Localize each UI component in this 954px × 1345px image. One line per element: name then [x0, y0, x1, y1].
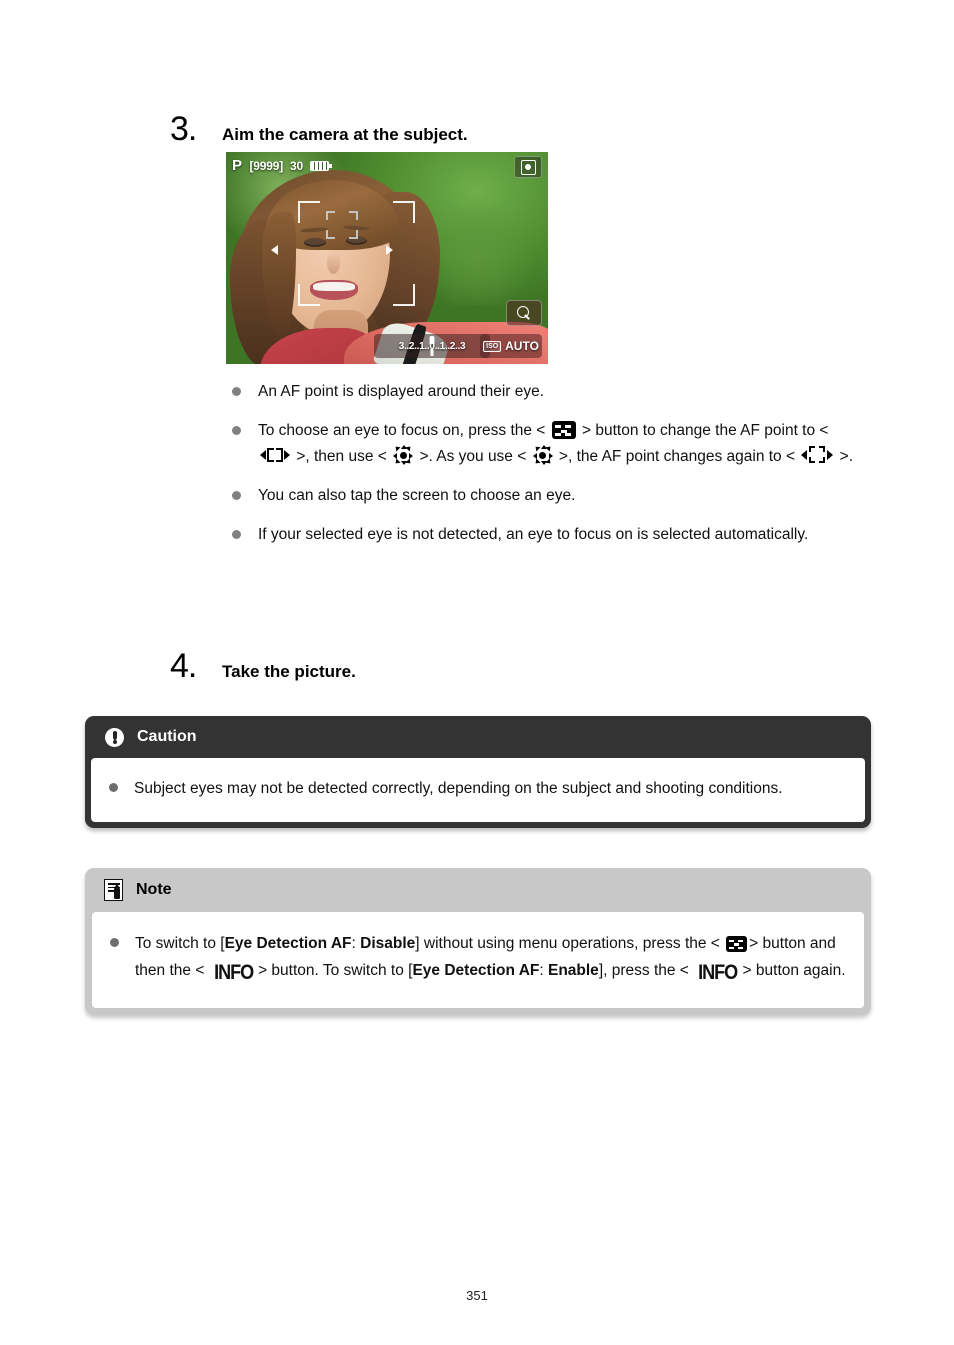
bullet-2-text-b: > button to change the AF point to <	[582, 422, 829, 439]
note-text-i: :	[539, 962, 548, 979]
page-number: 351	[466, 1288, 488, 1303]
step-3-bullet-list: An AF point is displayed around their ey…	[232, 379, 864, 561]
info-button-icon: INFO	[698, 961, 738, 984]
bullet-2-text-a: To choose an eye to focus on, press the …	[258, 422, 546, 439]
exposure-marker-icon	[429, 336, 435, 356]
caution-box: Caution Subject eyes may not be detected…	[85, 716, 871, 828]
af-eye-corner-br	[349, 230, 358, 239]
note-icon	[104, 879, 123, 901]
af-switch-arrow-left-icon	[271, 245, 278, 255]
bullet-text: If your selected eye is not detected, an…	[258, 522, 808, 548]
iso-badge-label: ISO	[483, 340, 502, 352]
bullet-3-text: You can also tap the screen to choose an…	[258, 487, 576, 504]
note-bullet-item: To switch to [Eye Detection AF: Disable]…	[110, 930, 846, 984]
shooting-mode-label: P	[232, 157, 243, 174]
note-box: Note To switch to [Eye Detection AF: Dis…	[85, 868, 871, 1015]
step-4-heading: 4. Take the picture.	[170, 649, 356, 683]
note-text-e: ] without using menu operations, press t…	[415, 935, 720, 952]
note-title: Note	[136, 881, 172, 898]
af-point-select-icon	[551, 421, 576, 439]
af-eye-corner-tl	[326, 211, 335, 220]
note-text-enable: Enable	[547, 962, 599, 979]
battery-icon	[309, 160, 332, 171]
note-text-k: ], press the <	[598, 962, 689, 979]
af-eye-frame	[326, 211, 358, 239]
step-3-title: Aim the camera at the subject.	[222, 125, 468, 144]
note-text-eye-detection-af-2: Eye Detection AF	[412, 962, 540, 979]
bullet-2-text-f: >.	[839, 448, 854, 465]
bullet-dot-icon	[109, 783, 118, 792]
note-body-text: To switch to [Eye Detection AF: Disable]…	[135, 930, 846, 984]
info-button-icon: INFO	[213, 961, 254, 984]
caution-title: Caution	[137, 728, 197, 745]
bullet-dot-icon	[232, 387, 241, 396]
bullet-2-text-e: >, the AF point changes again to <	[558, 448, 796, 465]
note-text-l: > button again.	[742, 962, 846, 979]
exposure-level-indicator: 3..2..1..0..1..2..3	[374, 334, 490, 358]
bullet-2-text-c: >, then use <	[296, 448, 387, 465]
caution-header: Caution	[85, 716, 871, 758]
bullet-item-not-detected: If your selected eye is not detected, an…	[232, 522, 864, 548]
af-frame-corner-tr	[393, 201, 415, 223]
step-3-number: 3.	[170, 110, 197, 148]
quick-control-icon	[520, 159, 536, 175]
af-frame-corner-br	[393, 284, 415, 306]
flexible-zone-af-icon	[260, 445, 290, 465]
af-switch-arrow-right-icon	[386, 245, 393, 255]
magnify-button[interactable]	[506, 300, 542, 326]
iso-value-label: AUTO	[505, 339, 539, 353]
bullet-2-text-d: >. As you use <	[419, 448, 527, 465]
caution-icon	[105, 727, 124, 747]
iso-button[interactable]: ISO AUTO	[480, 334, 542, 358]
lcd-top-status-bar: P [9999] 30	[232, 157, 332, 174]
step-4-number: 4.	[170, 647, 197, 685]
magnify-icon	[517, 306, 531, 320]
bullet-1-text: An AF point is displayed around their ey…	[258, 383, 545, 400]
af-frame-corner-bl	[298, 284, 320, 306]
af-point-select-icon	[726, 936, 748, 952]
manual-page: 3. Aim the camera at the subject. P [999…	[0, 0, 954, 1345]
caution-body: Subject eyes may not be detected correct…	[91, 758, 865, 822]
note-text-c: :	[351, 935, 361, 952]
af-frame-corner-tl	[298, 201, 320, 223]
step-3-heading: 3. Aim the camera at the subject.	[170, 112, 468, 146]
note-text-eye-detection-af-1: Eye Detection AF	[224, 935, 352, 952]
note-body: To switch to [Eye Detection AF: Disable]…	[92, 912, 864, 1008]
note-header: Note	[85, 868, 871, 912]
af-eye-corner-bl	[326, 230, 335, 239]
multi-controller-icon	[393, 444, 414, 466]
camera-lcd: P [9999] 30 3..2..1..0..1..2..3 ISO AUTO	[226, 152, 548, 364]
af-eye-corner-tr	[349, 211, 358, 220]
bullet-dot-icon	[110, 938, 119, 947]
quick-control-button[interactable]	[514, 156, 542, 178]
bullet-text: To choose an eye to focus on, press the …	[258, 418, 864, 470]
bullet-4-text: If your selected eye is not detected, an…	[258, 526, 809, 543]
caution-body-text: Subject eyes may not be detected correct…	[134, 780, 783, 797]
note-text-g: > button. To switch to [	[258, 962, 413, 979]
step-4-title: Take the picture.	[222, 662, 356, 681]
shutter-speed-label: 30	[290, 158, 303, 173]
bullet-dot-icon	[232, 426, 241, 435]
note-text-a: To switch to [	[135, 935, 225, 952]
bullet-item-choose-eye: To choose an eye to focus on, press the …	[232, 418, 864, 470]
bullet-text: An AF point is displayed around their ey…	[258, 379, 544, 405]
bullet-dot-icon	[232, 530, 241, 539]
bullet-text: You can also tap the screen to choose an…	[258, 483, 575, 509]
note-text-disable: Disable	[360, 935, 416, 952]
shots-remaining-label: [9999]	[249, 158, 284, 173]
bullet-dot-icon	[232, 491, 241, 500]
bullet-item-tap-screen: You can also tap the screen to choose an…	[232, 483, 864, 509]
zone-af-icon	[801, 444, 834, 465]
camera-screen-figure: P [9999] 30 3..2..1..0..1..2..3 ISO AUTO	[226, 152, 548, 364]
bullet-item-af-point-eye: An AF point is displayed around their ey…	[232, 379, 864, 405]
multi-controller-icon	[532, 444, 553, 466]
caution-bullet-item: Subject eyes may not be detected correct…	[109, 775, 847, 802]
